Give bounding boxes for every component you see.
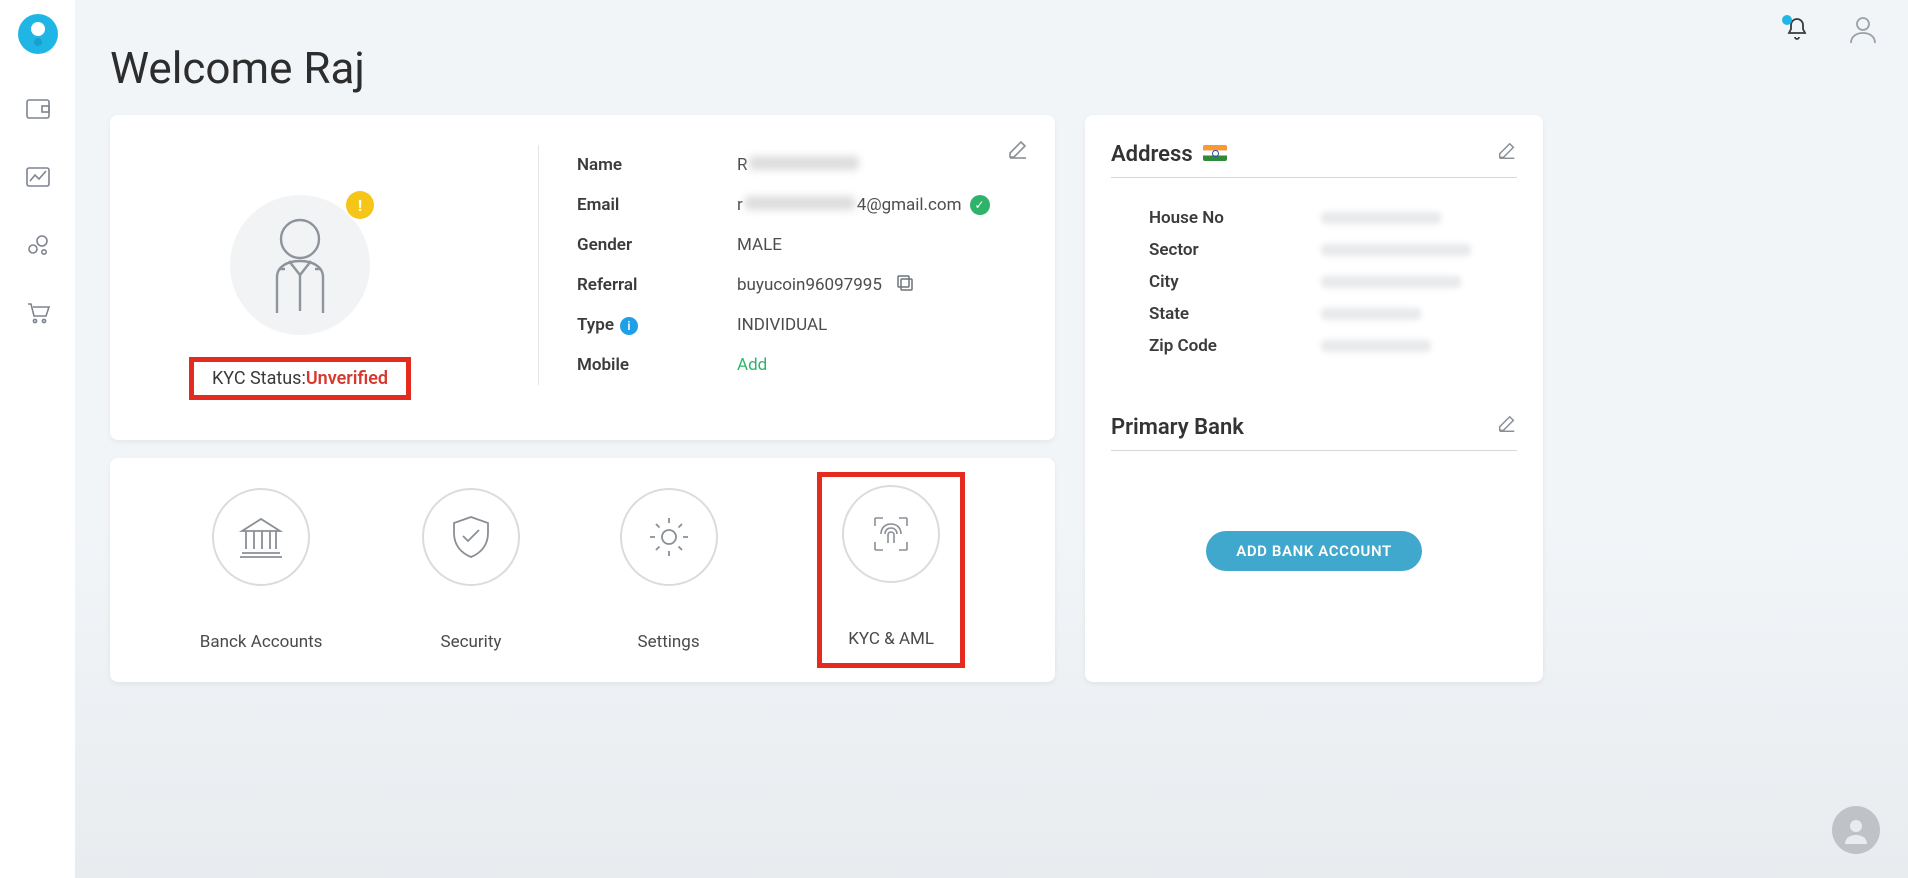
- address-title: Address: [1111, 142, 1227, 167]
- bank-accounts-label: Banck Accounts: [200, 632, 323, 652]
- bank-icon: [212, 488, 310, 586]
- house-value: [1321, 212, 1441, 224]
- sidebar: [0, 0, 75, 878]
- fingerprint-icon: [842, 485, 940, 583]
- referral-label: Referral: [577, 275, 737, 295]
- email-value: r4@gmail.com: [737, 195, 962, 215]
- name-value: R: [737, 155, 859, 175]
- sector-row: Sector: [1149, 234, 1517, 266]
- gender-value: MALE: [737, 235, 782, 255]
- gear-icon: [620, 488, 718, 586]
- topbar: [1786, 14, 1878, 48]
- zip-label: Zip Code: [1149, 336, 1321, 356]
- floating-help-icon[interactable]: [1832, 806, 1880, 854]
- type-row: Typei INDIVIDUAL: [577, 305, 1029, 345]
- bank-accounts-action[interactable]: Banck Accounts: [200, 488, 323, 652]
- primary-bank-title: Primary Bank: [1111, 415, 1244, 440]
- security-label: Security: [441, 632, 502, 652]
- settings-action[interactable]: Settings: [620, 488, 718, 652]
- house-label: House No: [1149, 208, 1321, 228]
- kyc-aml-label: KYC & AML: [848, 629, 934, 649]
- security-action[interactable]: Security: [422, 488, 520, 652]
- edit-address-icon[interactable]: [1497, 141, 1517, 167]
- city-label: City: [1149, 272, 1321, 292]
- address-bank-card: Address House No Sector City State Zip C…: [1085, 115, 1543, 682]
- gender-row: Gender MALE: [577, 225, 1029, 265]
- verified-icon: ✓: [970, 195, 990, 215]
- name-label: Name: [577, 155, 737, 175]
- notification-dot: [1782, 15, 1792, 25]
- notification-bell-icon[interactable]: [1786, 17, 1808, 45]
- avatar: !: [230, 195, 370, 335]
- mobile-label: Mobile: [577, 355, 737, 375]
- avatar-column: ! KYC Status:Unverified: [140, 195, 460, 400]
- user-avatar-icon[interactable]: [1848, 14, 1878, 48]
- add-bank-account-button[interactable]: ADD BANK ACCOUNT: [1206, 531, 1422, 571]
- page-title: Welcome Raj: [110, 42, 365, 94]
- referral-row: Referral buyucoin96097995: [577, 265, 1029, 305]
- gender-label: Gender: [577, 235, 737, 255]
- bubbles-icon[interactable]: [25, 232, 51, 258]
- info-icon[interactable]: i: [620, 317, 638, 335]
- state-row: State: [1149, 298, 1517, 330]
- app-logo[interactable]: [18, 14, 58, 54]
- india-flag-icon: [1203, 145, 1227, 161]
- add-mobile-link[interactable]: Add: [737, 355, 767, 375]
- profile-details: Name R Email r4@gmail.com ✓ Gender MALE …: [538, 145, 1029, 385]
- house-row: House No: [1149, 202, 1517, 234]
- address-rows: House No Sector City State Zip Code: [1149, 202, 1517, 362]
- zip-row: Zip Code: [1149, 330, 1517, 362]
- profile-card: ! KYC Status:Unverified Name R Email r4@…: [110, 115, 1055, 440]
- actions-card: Banck Accounts Security Settings KYC & A…: [110, 458, 1055, 682]
- edit-bank-icon[interactable]: [1497, 414, 1517, 440]
- address-title-row: Address: [1111, 141, 1517, 178]
- sector-label: Sector: [1149, 240, 1321, 260]
- kyc-status-label: KYC Status:: [212, 368, 306, 389]
- type-label: Typei: [577, 315, 737, 335]
- city-row: City: [1149, 266, 1517, 298]
- referral-value: buyucoin96097995: [737, 275, 882, 295]
- chart-icon[interactable]: [25, 164, 51, 190]
- kyc-status-value: Unverified: [306, 368, 388, 389]
- mobile-row: Mobile Add: [577, 345, 1029, 385]
- copy-icon[interactable]: [896, 274, 914, 297]
- city-value: [1321, 276, 1461, 288]
- state-label: State: [1149, 304, 1321, 324]
- avatar-warning-badge: !: [346, 191, 374, 219]
- wallet-icon[interactable]: [25, 96, 51, 122]
- primary-bank-title-row: Primary Bank: [1111, 414, 1517, 451]
- shield-icon: [422, 488, 520, 586]
- kyc-aml-action[interactable]: KYC & AML: [817, 472, 965, 668]
- cart-icon[interactable]: [25, 300, 51, 326]
- sector-value: [1321, 244, 1471, 256]
- name-row: Name R: [577, 145, 1029, 185]
- kyc-status: KYC Status:Unverified: [189, 357, 411, 400]
- email-label: Email: [577, 195, 737, 215]
- zip-value: [1321, 340, 1431, 352]
- settings-label: Settings: [638, 632, 700, 652]
- type-value: INDIVIDUAL: [737, 315, 827, 335]
- email-row: Email r4@gmail.com ✓: [577, 185, 1029, 225]
- state-value: [1321, 308, 1421, 320]
